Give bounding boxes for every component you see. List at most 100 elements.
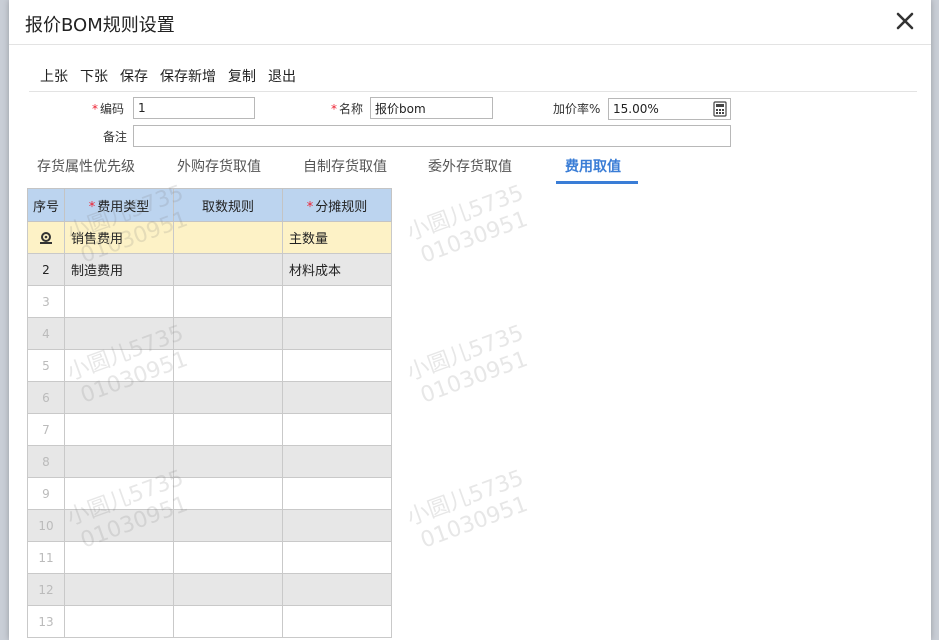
fetch-rule-cell[interactable] <box>173 573 283 606</box>
fee-type-cell[interactable] <box>64 445 174 478</box>
alloc-rule-cell[interactable]: 主数量 <box>282 221 392 254</box>
table-row[interactable]: 9 <box>27 477 392 510</box>
copy-button[interactable]: 复制 <box>228 66 256 86</box>
fetch-rule-cell[interactable] <box>173 349 283 382</box>
active-tab-indicator <box>556 181 638 184</box>
table-row[interactable]: 4 <box>27 317 392 350</box>
calculator-icon[interactable] <box>712 101 728 117</box>
fetch-rule-cell[interactable] <box>173 445 283 478</box>
code-input[interactable] <box>133 97 255 119</box>
table-row[interactable]: 10 <box>27 509 392 542</box>
expense-grid: 序号 * 费用类型 取数规则 * 分摊规则 销售费用 主数量 2 制造费用 材料… <box>27 188 392 638</box>
fetch-rule-cell[interactable] <box>173 317 283 350</box>
fee-type-cell[interactable] <box>64 285 174 318</box>
fetch-rule-cell[interactable] <box>173 381 283 414</box>
fee-type-cell[interactable] <box>64 477 174 510</box>
table-row[interactable]: 13 <box>27 605 392 638</box>
row-number: 2 <box>27 253 65 286</box>
fetch-rule-cell[interactable] <box>173 541 283 574</box>
fetch-rule-cell[interactable] <box>173 221 283 254</box>
fetch-rule-cell[interactable] <box>173 509 283 542</box>
tab-self-made-inventory[interactable]: 自制存货取值 <box>303 156 387 176</box>
alloc-rule-cell[interactable]: 材料成本 <box>282 253 392 286</box>
fee-type-cell[interactable] <box>64 541 174 574</box>
watermark: 小圆儿573501030951 <box>403 320 532 409</box>
row-number: 3 <box>27 285 65 318</box>
alloc-rule-cell[interactable] <box>282 285 392 318</box>
col-seq-header: 序号 <box>27 188 65 222</box>
fee-type-cell[interactable] <box>64 573 174 606</box>
table-row[interactable]: 5 <box>27 349 392 382</box>
tab-inventory-priority[interactable]: 存货属性优先级 <box>37 156 135 176</box>
row-number: 7 <box>27 413 65 446</box>
alloc-rule-cell[interactable] <box>282 541 392 574</box>
row-number: 8 <box>27 445 65 478</box>
table-row[interactable]: 3 <box>27 285 392 318</box>
next-button[interactable]: 下张 <box>80 66 108 86</box>
grid-header-row: 序号 * 费用类型 取数规则 * 分摊规则 <box>27 188 392 222</box>
dialog-title: 报价BOM规则设置 <box>25 15 175 36</box>
fetch-rule-cell[interactable] <box>173 605 283 638</box>
alloc-rule-cell[interactable] <box>282 477 392 510</box>
fee-type-cell[interactable]: 销售费用 <box>64 221 174 254</box>
table-row[interactable]: 12 <box>27 573 392 606</box>
exit-button[interactable]: 退出 <box>268 66 296 86</box>
alloc-rule-cell[interactable] <box>282 381 392 414</box>
fee-type-cell[interactable] <box>64 317 174 350</box>
tab-expense-values[interactable]: 费用取值 <box>565 156 621 176</box>
col-fee-type-header: * 费用类型 <box>64 188 174 222</box>
table-row[interactable]: 11 <box>27 541 392 574</box>
fetch-rule-cell[interactable] <box>173 413 283 446</box>
fee-type-cell[interactable] <box>64 381 174 414</box>
table-row[interactable]: 2 制造费用 材料成本 <box>27 253 392 286</box>
alloc-rule-cell[interactable] <box>282 317 392 350</box>
watermark: 小圆儿573501030951 <box>403 465 532 554</box>
tab-purchased-inventory[interactable]: 外购存货取值 <box>177 156 261 176</box>
table-row[interactable]: 6 <box>27 381 392 414</box>
fetch-rule-cell[interactable] <box>173 477 283 510</box>
save-new-button[interactable]: 保存新增 <box>160 66 216 86</box>
alloc-rule-cell[interactable] <box>282 509 392 542</box>
alloc-rule-cell[interactable] <box>282 445 392 478</box>
fee-type-cell[interactable] <box>64 509 174 542</box>
alloc-rule-cell[interactable] <box>282 573 392 606</box>
alloc-rule-cell[interactable] <box>282 413 392 446</box>
markup-label: 加价率% <box>553 102 601 116</box>
dialog-titlebar: 报价BOM规则设置 <box>9 0 931 45</box>
fee-type-cell[interactable] <box>64 413 174 446</box>
alloc-rule-cell[interactable] <box>282 605 392 638</box>
name-input[interactable] <box>370 97 493 119</box>
tab-outsourced-inventory[interactable]: 委外存货取值 <box>428 156 512 176</box>
watermark: 小圆儿573501030951 <box>403 180 532 269</box>
note-input[interactable] <box>133 125 731 147</box>
table-row[interactable]: 7 <box>27 413 392 446</box>
code-label: * 编码 <box>92 102 125 116</box>
save-button[interactable]: 保存 <box>120 66 148 86</box>
fee-type-cell[interactable] <box>64 349 174 382</box>
alloc-rule-cell[interactable] <box>282 349 392 382</box>
gear-icon[interactable] <box>39 231 53 245</box>
toolbar-divider <box>29 91 917 92</box>
table-row[interactable]: 销售费用 主数量 <box>27 221 392 254</box>
row-number: 5 <box>27 349 65 382</box>
fee-type-cell[interactable] <box>64 605 174 638</box>
row-number: 10 <box>27 509 65 542</box>
table-row[interactable]: 8 <box>27 445 392 478</box>
fee-type-cell[interactable]: 制造费用 <box>64 253 174 286</box>
row-number: 9 <box>27 477 65 510</box>
col-alloc-rule-header: * 分摊规则 <box>282 188 392 222</box>
fetch-rule-cell[interactable] <box>173 253 283 286</box>
row-number: 12 <box>27 573 65 606</box>
prev-button[interactable]: 上张 <box>40 66 68 86</box>
row-settings-cell[interactable] <box>27 221 65 254</box>
close-icon[interactable] <box>893 9 917 33</box>
row-number: 13 <box>27 605 65 638</box>
row-number: 4 <box>27 317 65 350</box>
row-number: 11 <box>27 541 65 574</box>
bom-rule-dialog: 报价BOM规则设置 上张 下张 保存 保存新增 复制 退出 *编码 *名称 加价… <box>9 0 931 640</box>
name-label: * 名称 <box>331 102 364 116</box>
toolbar: 上张 下张 保存 保存新增 复制 退出 <box>40 66 308 86</box>
note-label: 备注 <box>103 130 128 144</box>
fetch-rule-cell[interactable] <box>173 285 283 318</box>
row-number: 6 <box>27 381 65 414</box>
